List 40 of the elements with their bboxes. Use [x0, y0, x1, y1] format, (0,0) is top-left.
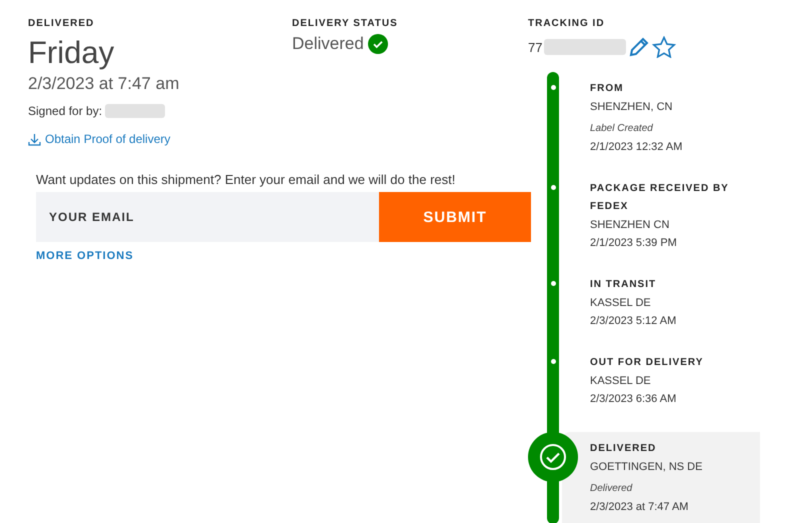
timeline-dot: [550, 281, 556, 286]
tracking-heading: TRACKING ID: [528, 18, 606, 30]
pencil-icon[interactable]: [628, 36, 650, 58]
event-time: 2/3/2023 5:12 AM: [590, 314, 678, 329]
redacted-name: [105, 104, 166, 118]
updates-prompt: Want updates on this shipment? Enter your email and we will do the rest!: [36, 172, 456, 187]
tracking-id: 77: [528, 40, 542, 54]
timeline-dot: [550, 85, 556, 90]
proof-of-delivery-link[interactable]: Obtain Proof of delivery: [28, 132, 170, 146]
event-time: 2/1/2023 5:39 PM: [590, 236, 678, 251]
event-location: SHENZHEN, CN: [590, 100, 674, 115]
event-location: KASSEL DE: [590, 296, 652, 311]
submit-button[interactable]: SUBMIT: [379, 192, 531, 242]
signed-for-label: Signed for by:: [28, 104, 102, 118]
event-title: DELIVERED: [590, 442, 658, 456]
delivery-day: Friday: [28, 36, 292, 70]
delivered-heading: DELIVERED: [28, 18, 96, 30]
delivery-datetime: 2/3/2023 at 7:47 am: [28, 74, 180, 94]
event-note: Label Created: [590, 122, 654, 136]
check-icon: [368, 34, 388, 54]
event-location: GOETTINGEN, NS DE: [590, 460, 704, 475]
event-time: 2/3/2023 6:36 AM: [590, 392, 678, 407]
download-icon: [28, 132, 41, 146]
event-time: 2/3/2023 at 7:47 AM: [590, 500, 690, 515]
more-options-link[interactable]: MORE OPTIONS: [36, 250, 134, 262]
email-field[interactable]: YOUR EMAIL: [36, 192, 379, 242]
star-icon[interactable]: [652, 36, 676, 58]
event-time: 2/1/2023 12:32 AM: [590, 140, 684, 155]
event-title: FROM: [590, 82, 624, 96]
event-note: Delivered: [590, 482, 634, 496]
timeline-dot: [550, 185, 556, 190]
event-location: SHENZHEN CN: [590, 218, 670, 233]
event-title: IN TRANSIT: [590, 278, 658, 292]
event-title: PACKAGE RECEIVED BY FEDEX: [590, 182, 730, 214]
status-value: Delivered: [292, 34, 364, 54]
status-heading: DELIVERY STATUS: [292, 18, 398, 30]
event-title: OUT FOR DELIVERY: [590, 356, 704, 370]
delivered-check-icon: [528, 432, 578, 482]
event-location: KASSEL DE: [590, 374, 652, 389]
timeline-dot: [550, 359, 556, 364]
